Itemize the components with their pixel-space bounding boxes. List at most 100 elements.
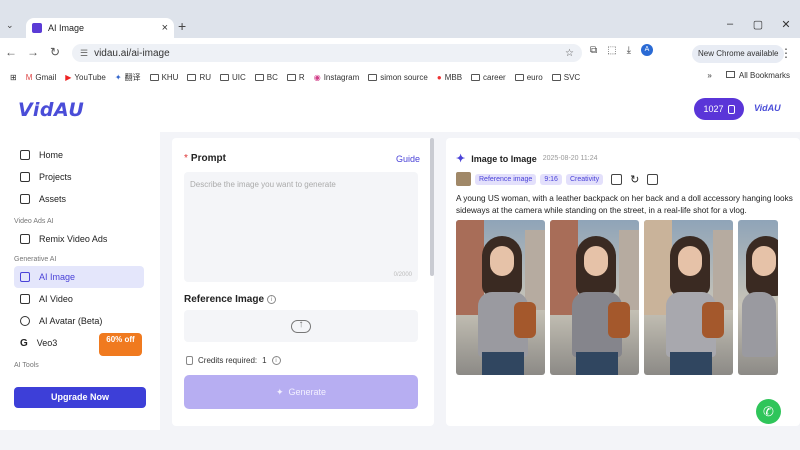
bookmark-folder[interactable]: UIC	[220, 73, 246, 82]
chrome-menu-icon[interactable]: ⋮	[780, 46, 792, 60]
coin-icon	[186, 356, 193, 365]
bookmark-folder[interactable]: euro	[514, 73, 543, 82]
generated-image[interactable]	[644, 220, 733, 375]
sidebar-item-ai-video[interactable]: AI Video	[14, 288, 73, 310]
all-bookmarks[interactable]: » All Bookmarks	[707, 71, 790, 80]
bookmark-folder[interactable]: KHU	[149, 73, 178, 82]
bookmark-item[interactable]: M Gmail	[26, 73, 57, 82]
results-panel: ✦ Image to Image 2025-08-20 11:24 Refere…	[446, 138, 800, 426]
sidebar-item-projects[interactable]: Projects	[14, 166, 72, 188]
info-icon[interactable]: i	[267, 294, 277, 304]
bookmark-folder[interactable]: R	[286, 73, 305, 82]
assets-icon	[20, 194, 30, 204]
result-tags: Reference image 9:16 Creativity ↻	[456, 172, 659, 186]
prompt-placeholder: Describe the image you want to generate	[190, 180, 336, 189]
app-root: VidAU 1027 VidAU Home Projects Assets Vi…	[0, 88, 800, 450]
bookmark-folder[interactable]: RU	[187, 73, 211, 82]
tag-reference-image: Reference image	[475, 173, 537, 185]
browser-tab-bar: ⌄ AI Image × + – ▢ ✕	[0, 0, 800, 38]
bookmark-folder[interactable]: BC	[254, 73, 278, 82]
sidebar-item-assets[interactable]: Assets	[14, 188, 66, 210]
home-icon	[20, 150, 30, 160]
prompt-title: * Prompt	[184, 153, 226, 164]
folder-icon	[149, 73, 159, 81]
result-header: ✦ Image to Image 2025-08-20 11:24	[456, 152, 598, 165]
forward-icon[interactable]: →	[22, 45, 44, 59]
site-info-icon[interactable]: ☰	[80, 48, 88, 59]
generate-panel: * Prompt Guide Describe the image you wan…	[172, 138, 434, 426]
result-images	[456, 220, 778, 375]
whatsapp-icon[interactable]: ✆	[756, 399, 781, 424]
bookmark-item[interactable]: ◉ Instagram	[314, 73, 360, 82]
browser-extension-icons: ⧉ ⬚ ⤓ A	[590, 44, 654, 56]
folder-icon	[551, 73, 561, 81]
translate-icon[interactable]: ⧉	[590, 45, 597, 56]
upload-cloud-icon	[291, 319, 311, 333]
extension-icon[interactable]: ⬚	[607, 45, 616, 56]
sidebar-item-ai-image[interactable]: AI Image	[14, 266, 144, 288]
generated-image[interactable]	[550, 220, 639, 375]
bookmark-folder[interactable]: simon source	[368, 73, 428, 82]
folder-icon	[286, 73, 296, 81]
apps-grid-icon[interactable]: ⊞	[10, 73, 17, 82]
tag-creativity: Creativity	[565, 173, 604, 185]
folder-icon	[220, 73, 230, 81]
sidebar: Home Projects Assets Video Ads AI Remix …	[0, 132, 160, 430]
folder-icon	[471, 73, 481, 81]
reload-icon[interactable]: ↻	[44, 45, 66, 59]
result-date: 2025-08-20 11:24	[542, 155, 598, 162]
sidebar-item-remix-video-ads[interactable]: Remix Video Ads	[14, 228, 107, 250]
generated-image[interactable]	[456, 220, 545, 375]
user-avatar-logo[interactable]: VidAU	[754, 103, 781, 113]
browser-tab[interactable]: AI Image ×	[26, 18, 174, 38]
close-window-icon[interactable]: ✕	[772, 18, 800, 31]
bookmark-item[interactable]: ▶ YouTube	[65, 73, 106, 82]
sidebar-item-veo3[interactable]: G Veo3	[14, 332, 57, 354]
minimize-icon[interactable]: –	[716, 18, 744, 31]
upgrade-now-button[interactable]: Upgrade Now	[14, 387, 146, 408]
bookmark-folder[interactable]: SVC	[551, 73, 580, 82]
sidebar-item-home[interactable]: Home	[14, 144, 63, 166]
vidau-logo[interactable]: VidAU	[18, 99, 84, 121]
address-bar[interactable]: ☰ vidau.ai/ai-image ☆	[72, 44, 582, 62]
regenerate-icon[interactable]: ↻	[630, 173, 639, 186]
chevron-right-icon: »	[707, 71, 712, 80]
browser-nav-bar: ← → ↻ ☰ vidau.ai/ai-image ☆ ⧉ ⬚ ⤓ A	[0, 38, 800, 66]
prompt-input[interactable]: Describe the image you want to generate …	[184, 172, 418, 282]
bookmark-star-icon[interactable]: ☆	[565, 48, 574, 59]
tab-search-icon[interactable]: ⌄	[6, 20, 14, 31]
tag-aspect-ratio: 9:16	[540, 173, 562, 185]
remix-icon	[20, 234, 30, 244]
new-tab-icon[interactable]: +	[178, 18, 186, 34]
copy-icon[interactable]	[647, 173, 659, 185]
restore-icon[interactable]: ▢	[744, 18, 772, 31]
credits-button[interactable]: 1027	[694, 98, 744, 120]
projects-icon	[20, 172, 30, 182]
reference-image-upload[interactable]	[184, 310, 418, 342]
bookmark-item[interactable]: ✦ 翻译	[115, 72, 141, 83]
back-icon[interactable]: ←	[0, 45, 22, 59]
generate-button[interactable]: ✦ Generate	[184, 375, 418, 409]
sidebar-item-ai-avatar[interactable]: AI Avatar (Beta)	[14, 310, 102, 332]
download-icon[interactable]: ⤓	[627, 45, 631, 56]
bookmark-item[interactable]: ● MBB	[437, 73, 462, 82]
edit-icon[interactable]	[611, 173, 623, 185]
reference-thumbnail[interactable]	[456, 172, 471, 186]
google-icon: G	[20, 337, 28, 349]
generated-image[interactable]	[738, 220, 778, 375]
result-description: A young US woman, with a leather backpac…	[456, 194, 793, 215]
image-icon	[20, 272, 30, 282]
scrollbar[interactable]	[430, 138, 434, 276]
section-label: Video Ads AI	[14, 218, 54, 225]
credits-count: 1027	[703, 104, 724, 114]
discount-badge: 60% off	[99, 333, 142, 356]
close-tab-icon[interactable]: ×	[162, 22, 168, 34]
bookmark-folder[interactable]: career	[471, 73, 506, 82]
video-icon	[20, 294, 30, 304]
info-icon[interactable]: i	[271, 356, 281, 365]
profile-avatar[interactable]: A	[641, 44, 654, 56]
new-chrome-available-button[interactable]: New Chrome available	[692, 45, 785, 63]
reference-image-title: Reference Image i	[184, 294, 277, 305]
guide-link[interactable]: Guide	[396, 154, 420, 164]
folder-icon	[187, 73, 197, 81]
